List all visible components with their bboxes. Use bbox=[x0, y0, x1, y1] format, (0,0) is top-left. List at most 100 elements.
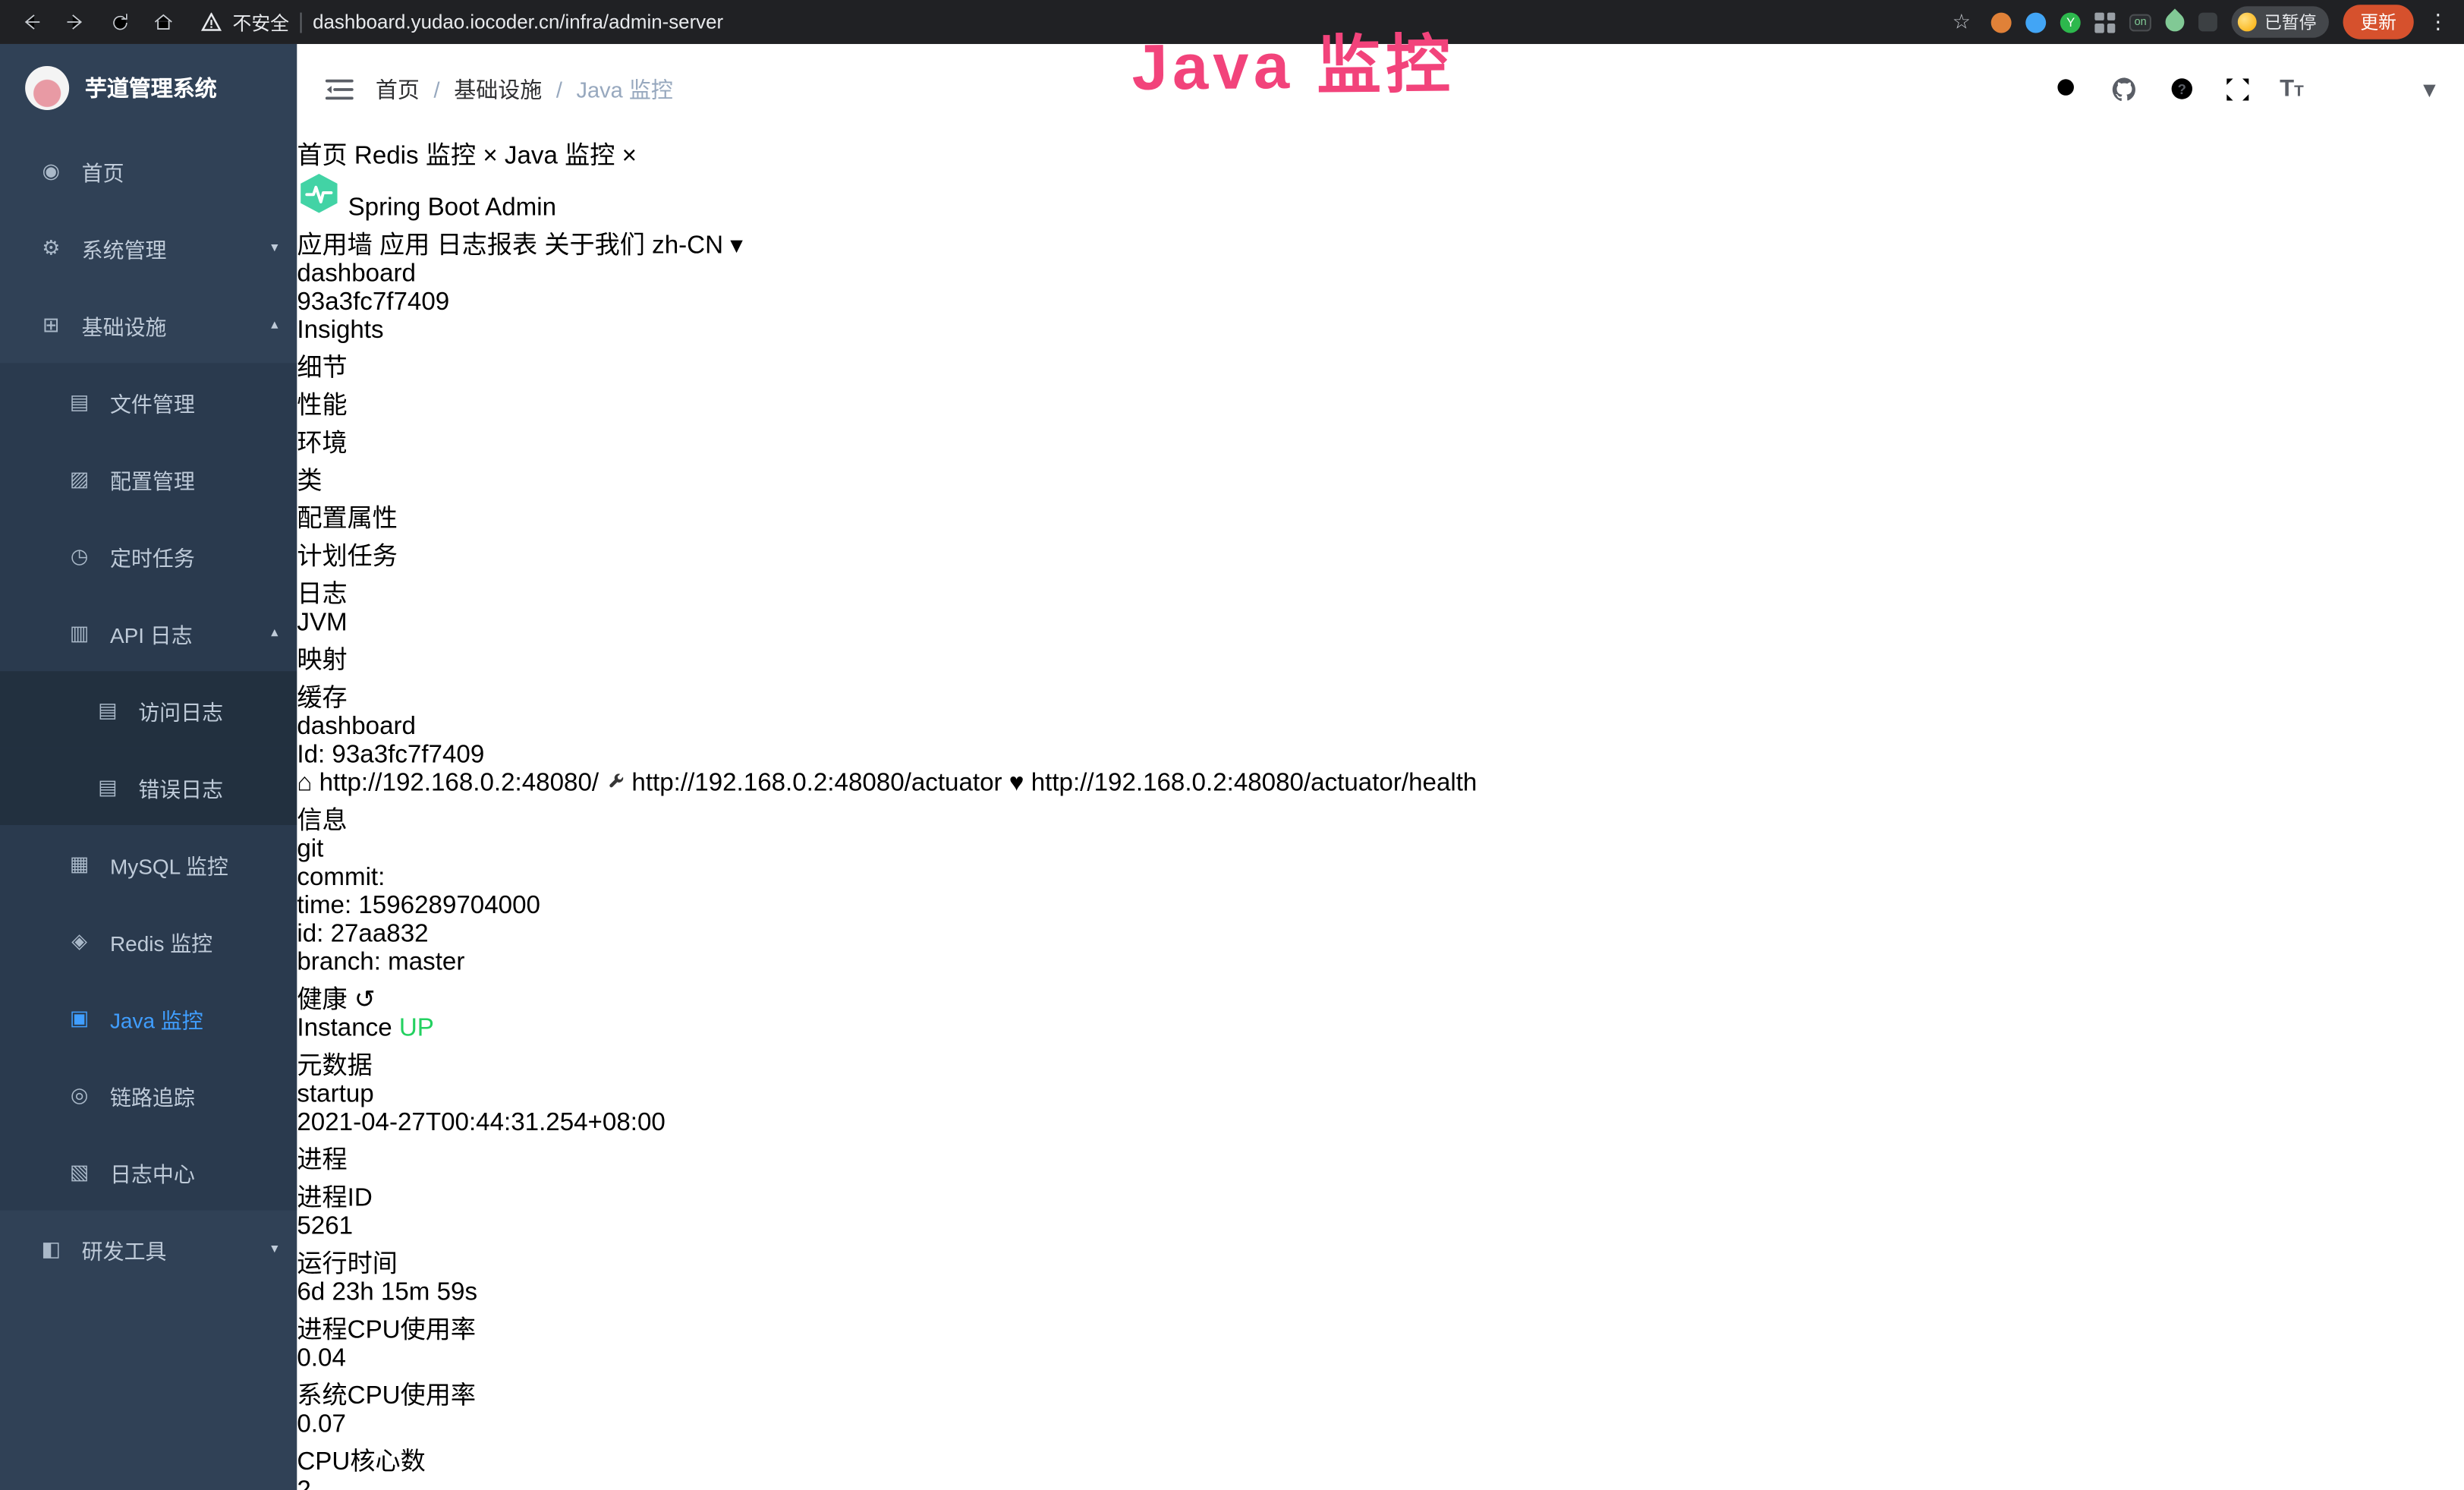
back-icon[interactable] bbox=[16, 6, 47, 37]
extensions-puzzle-icon[interactable] bbox=[2198, 13, 2217, 32]
help-icon[interactable]: ? bbox=[2168, 75, 2195, 102]
search-icon[interactable] bbox=[2053, 75, 2080, 102]
browser-update-button[interactable]: 更新 bbox=[2343, 5, 2414, 39]
sba-item-caches[interactable]: 缓存 bbox=[297, 676, 2464, 713]
health-instance-row[interactable]: Instance UP bbox=[297, 1016, 2464, 1044]
wrench-icon bbox=[606, 770, 631, 797]
gauge-icon: ◉ bbox=[38, 158, 65, 183]
chevron-down-icon: ▾ bbox=[730, 232, 743, 259]
profile-paused-badge[interactable]: 已暂停 bbox=[2232, 6, 2329, 37]
sba-logo-icon bbox=[297, 172, 341, 216]
breadcrumb: 首页 / 基础设施 / Java 监控 bbox=[376, 73, 673, 104]
sidebar-item-system-management[interactable]: ⚙ 系统管理 ▾ bbox=[0, 209, 297, 285]
sba-item-scheduled-tasks[interactable]: 计划任务 bbox=[297, 534, 2464, 572]
extension-on-badge[interactable]: on bbox=[2129, 14, 2151, 31]
sba-item-details[interactable]: 细节 bbox=[297, 346, 2464, 384]
logo-avatar bbox=[25, 66, 69, 110]
screen: 不安全 dashboard.yudao.iocoder.cn/infra/adm… bbox=[0, 0, 2464, 1490]
process-card-header: 进程 bbox=[297, 1138, 2464, 1176]
instance-health-link[interactable]: ♥ http://192.168.0.2:48080/actuator/heal… bbox=[1009, 770, 1477, 797]
admin-sidebar: 芋道管理系统 ◉ 首页 ⚙ 系统管理 ▾ ⊞ 基础设施 ▴ ▤ 文件管理 ▨ bbox=[0, 44, 297, 1490]
sba-item-logs[interactable]: 日志 bbox=[297, 572, 2464, 610]
sidebar-item-java-monitor[interactable]: ▣ Java 监控 bbox=[0, 979, 297, 1056]
sidebar-item-log-center[interactable]: ▧ 日志中心 bbox=[0, 1133, 297, 1210]
tag-java-monitor[interactable]: Java 监控 × bbox=[505, 143, 637, 169]
extension-leaf-icon[interactable] bbox=[2161, 8, 2188, 35]
sba-item-performance[interactable]: 性能 bbox=[297, 383, 2464, 421]
app-logo[interactable]: 芋道管理系统 bbox=[0, 44, 297, 132]
sba-sidebar: dashboard 93a3fc7f7409 Insights 细节 性能 bbox=[297, 261, 2464, 713]
sidebar-item-infrastructure[interactable]: ⊞ 基础设施 ▴ bbox=[0, 286, 297, 363]
font-size-icon[interactable]: TT bbox=[2280, 75, 2304, 102]
sba-nav-wallboard[interactable]: 应用墙 bbox=[297, 232, 372, 259]
health-card-header: 健康 ↺ bbox=[297, 978, 2464, 1016]
avatar-caret-icon: ▾ bbox=[2423, 73, 2436, 104]
extensions-grid-icon[interactable] bbox=[2095, 12, 2116, 33]
status-badge: UP bbox=[399, 1016, 434, 1042]
extension-icon-3[interactable]: Y bbox=[2060, 12, 2081, 33]
instance-name: dashboard bbox=[297, 261, 2464, 289]
tags-view: 首页 Redis 监控 × Java 监控 × bbox=[297, 134, 2464, 172]
close-icon[interactable]: × bbox=[483, 143, 497, 169]
extension-icon-2[interactable] bbox=[2026, 12, 2047, 33]
breadcrumb-infrastructure[interactable]: 基础设施 bbox=[454, 73, 542, 104]
trace-icon: ◎ bbox=[66, 1082, 93, 1107]
sidebar-item-home[interactable]: ◉ 首页 bbox=[0, 132, 297, 209]
instance-base-url-link[interactable]: ⌂ http://192.168.0.2:48080/ bbox=[297, 770, 606, 797]
refresh-icon[interactable] bbox=[104, 6, 135, 37]
metric-system-cpu: 系统CPU使用率 0.07 bbox=[297, 1374, 2464, 1440]
sba-item-mappings[interactable]: 映射 bbox=[297, 638, 2464, 676]
close-icon[interactable]: × bbox=[622, 143, 637, 169]
sba-item-jvm[interactable]: JVM bbox=[297, 610, 2464, 638]
tag-home[interactable]: 首页 bbox=[297, 143, 354, 169]
sba-navbar: Spring Boot Admin 应用墙 应用 日志报表 关于我们 zh-CN… bbox=[297, 172, 2464, 261]
sba-item-environment[interactable]: 环境 bbox=[297, 421, 2464, 459]
instance-actuator-link[interactable]: http://192.168.0.2:48080/actuator bbox=[606, 770, 1009, 797]
history-icon[interactable]: ↺ bbox=[354, 987, 376, 1013]
annotation-java-monitoring: Java 监控 bbox=[1131, 11, 1455, 109]
sba-content: dashboard Id: 93a3fc7f7409 ⌂ http://192.… bbox=[297, 713, 2464, 1490]
forward-icon[interactable] bbox=[60, 6, 91, 37]
extension-icon-1[interactable] bbox=[1991, 12, 2012, 33]
sba-nav-journal[interactable]: 日志报表 bbox=[437, 232, 538, 259]
file-icon: ▤ bbox=[66, 389, 93, 414]
sidebar-item-dev-tools[interactable]: ◧ 研发工具 ▾ bbox=[0, 1211, 297, 1287]
sidebar-item-api-logs[interactable]: ▥ API 日志 ▴ bbox=[0, 594, 297, 671]
metadata-card: 元数据 startup 2021-04-27T00:44:31.254+08:0… bbox=[297, 1044, 2464, 1138]
home-icon[interactable] bbox=[148, 6, 179, 37]
chevron-down-icon: ▾ bbox=[271, 239, 278, 257]
sba-instance-header[interactable]: dashboard 93a3fc7f7409 bbox=[297, 261, 2464, 318]
sba-nav-applications[interactable]: 应用 bbox=[379, 232, 430, 259]
address-bar[interactable]: 不安全 dashboard.yudao.iocoder.cn/infra/adm… bbox=[201, 8, 723, 35]
user-avatar[interactable] bbox=[2333, 59, 2393, 119]
sba-item-classes[interactable]: 类 bbox=[297, 459, 2464, 497]
chevron-down-icon: ▾ bbox=[271, 1240, 278, 1258]
info-git-row: git commit: time: 1596289704000 id: 27aa… bbox=[297, 836, 2464, 978]
svg-text:?: ? bbox=[2177, 81, 2186, 97]
breadcrumb-home[interactable]: 首页 bbox=[376, 73, 420, 104]
sidebar-item-file-management[interactable]: ▤ 文件管理 bbox=[0, 363, 297, 439]
spring-boot-admin-frame: Spring Boot Admin 应用墙 应用 日志报表 关于我们 zh-CN… bbox=[297, 172, 2464, 1490]
sba-nav-about[interactable]: 关于我们 bbox=[544, 232, 645, 259]
metadata-card-header: 元数据 bbox=[297, 1044, 2464, 1082]
sidebar-item-error-logs[interactable]: ▤ 错误日志 bbox=[0, 748, 297, 825]
app-title: 芋道管理系统 bbox=[85, 72, 217, 103]
sidebar-item-config-management[interactable]: ▨ 配置管理 bbox=[0, 440, 297, 517]
tag-redis-monitor[interactable]: Redis 监控 × bbox=[354, 143, 505, 169]
sidebar-item-scheduled-tasks[interactable]: ◷ 定时任务 bbox=[0, 517, 297, 594]
bookmark-star-icon[interactable]: ☆ bbox=[1946, 6, 1977, 37]
divider bbox=[301, 12, 302, 33]
sidebar-item-link-tracing[interactable]: ◎ 链路追踪 bbox=[0, 1057, 297, 1133]
metric-process-cpu: 进程CPU使用率 0.04 bbox=[297, 1308, 2464, 1374]
sidebar-item-access-logs[interactable]: ▤ 访问日志 bbox=[0, 671, 297, 748]
sba-item-config-props[interactable]: 配置属性 bbox=[297, 496, 2464, 534]
browser-menu-icon[interactable]: ⋮ bbox=[2428, 9, 2448, 34]
sba-brand[interactable]: Spring Boot Admin bbox=[297, 172, 2464, 223]
github-icon[interactable] bbox=[2110, 74, 2138, 102]
sidebar-toggle-icon[interactable] bbox=[326, 76, 354, 101]
browser-extensions: ☆ Y on 已暂停 更新 ⋮ bbox=[1946, 5, 2448, 39]
fullscreen-icon[interactable] bbox=[2225, 76, 2250, 101]
sba-language-select[interactable]: zh-CN ▾ bbox=[652, 232, 743, 259]
sidebar-item-redis-monitor[interactable]: ◈ Redis 监控 bbox=[0, 903, 297, 979]
sidebar-item-mysql-monitor[interactable]: ▦ MySQL 监控 bbox=[0, 825, 297, 902]
